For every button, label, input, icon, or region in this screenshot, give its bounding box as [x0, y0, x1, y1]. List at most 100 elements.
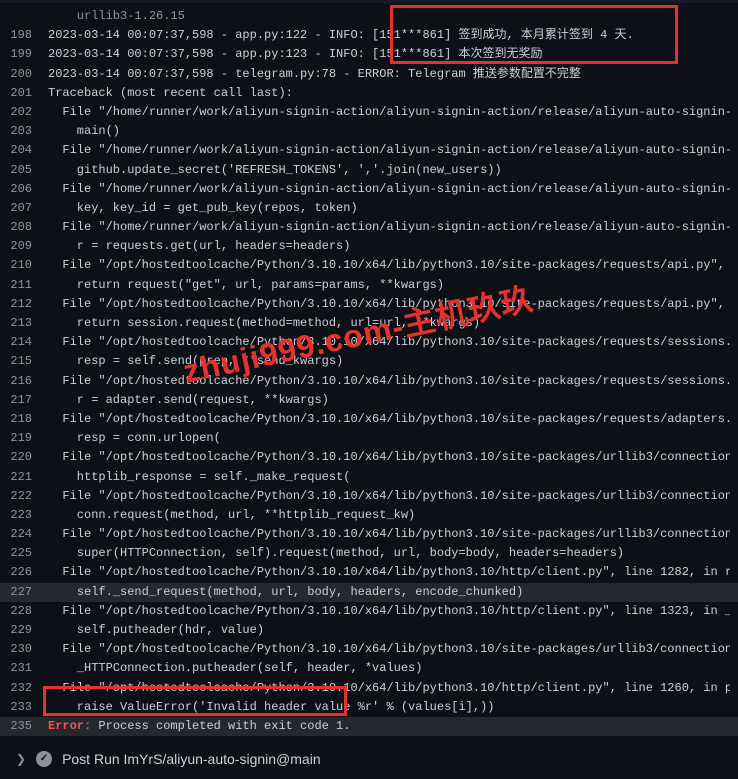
- line-content: 2023-03-14 00:07:37,598 - app.py:122 - I…: [48, 26, 730, 45]
- log-line: 219 resp = conn.urlopen(: [0, 429, 738, 448]
- line-content: File "/opt/hostedtoolcache/Python/3.10.1…: [48, 525, 730, 544]
- line-content: return session.request(method=method, ur…: [48, 314, 730, 333]
- error-message: Process completed with exit code 1.: [91, 719, 350, 733]
- line-number: 218: [8, 410, 48, 429]
- check-circle-icon: ✓: [36, 751, 52, 767]
- line-number: 228: [8, 602, 48, 621]
- log-line: 1982023-03-14 00:07:37,598 - app.py:122 …: [0, 26, 738, 45]
- line-number: 205: [8, 161, 48, 180]
- line-content: urllib3-1.26.15: [48, 7, 730, 26]
- line-number: 230: [8, 640, 48, 659]
- line-content: self._send_request(method, url, body, he…: [48, 583, 730, 602]
- line-content: r = adapter.send(request, **kwargs): [48, 391, 730, 410]
- log-line: 228 File "/opt/hostedtoolcache/Python/3.…: [0, 602, 738, 621]
- line-number: 217: [8, 391, 48, 410]
- line-number: 225: [8, 544, 48, 563]
- line-content: self.putheader(hdr, value): [48, 621, 730, 640]
- log-line: 224 File "/opt/hostedtoolcache/Python/3.…: [0, 525, 738, 544]
- log-line: 214 File "/opt/hostedtoolcache/Python/3.…: [0, 333, 738, 352]
- log-line: 211 return request("get", url, params=pa…: [0, 276, 738, 295]
- line-content: File "/opt/hostedtoolcache/Python/3.10.1…: [48, 640, 730, 659]
- line-number: 198: [8, 26, 48, 45]
- line-content: File "/opt/hostedtoolcache/Python/3.10.1…: [48, 410, 730, 429]
- line-number: 224: [8, 525, 48, 544]
- line-content: File "/opt/hostedtoolcache/Python/3.10.1…: [48, 448, 730, 467]
- line-number: 208: [8, 218, 48, 237]
- line-number: 202: [8, 103, 48, 122]
- log-line: 204 File "/home/runner/work/aliyun-signi…: [0, 141, 738, 160]
- step-label: Post Run ImYrS/aliyun-auto-signin@main: [62, 748, 321, 770]
- log-line: 227 self._send_request(method, url, body…: [0, 583, 738, 602]
- log-line: 229 self.putheader(hdr, value): [0, 621, 738, 640]
- line-content: _HTTPConnection.putheader(self, header, …: [48, 659, 730, 678]
- line-number: 219: [8, 429, 48, 448]
- line-content: File "/opt/hostedtoolcache/Python/3.10.1…: [48, 679, 730, 698]
- line-content: File "/opt/hostedtoolcache/Python/3.10.1…: [48, 256, 730, 275]
- workflow-step-row[interactable]: ❯ ✓ Post Run ImYrS/aliyun-auto-signin@ma…: [0, 740, 738, 778]
- line-content: super(HTTPConnection, self).request(meth…: [48, 544, 730, 563]
- log-line: 201Traceback (most recent call last):: [0, 84, 738, 103]
- line-number: [8, 7, 48, 26]
- error-summary-line: 235 Error: Process completed with exit c…: [0, 717, 738, 736]
- line-content: key, key_id = get_pub_key(repos, token): [48, 199, 730, 218]
- line-content: File "/home/runner/work/aliyun-signin-ac…: [48, 218, 730, 237]
- line-number: 212: [8, 295, 48, 314]
- log-line: 2002023-03-14 00:07:37,598 - telegram.py…: [0, 65, 738, 84]
- log-line: 222 File "/opt/hostedtoolcache/Python/3.…: [0, 487, 738, 506]
- log-line: 206 File "/home/runner/work/aliyun-signi…: [0, 180, 738, 199]
- log-line: 233 raise ValueError('Invalid header val…: [0, 698, 738, 717]
- log-line: 215 resp = self.send(prep, **send_kwargs…: [0, 352, 738, 371]
- log-line: 205 github.update_secret('REFRESH_TOKENS…: [0, 161, 738, 180]
- line-number: 232: [8, 679, 48, 698]
- line-number: 214: [8, 333, 48, 352]
- log-line: 1992023-03-14 00:07:37,598 - app.py:123 …: [0, 45, 738, 64]
- line-number: 204: [8, 141, 48, 160]
- line-number: 226: [8, 563, 48, 582]
- line-number: 207: [8, 199, 48, 218]
- line-number: 206: [8, 180, 48, 199]
- line-content: File "/opt/hostedtoolcache/Python/3.10.1…: [48, 295, 730, 314]
- log-line: 213 return session.request(method=method…: [0, 314, 738, 333]
- log-line: 220 File "/opt/hostedtoolcache/Python/3.…: [0, 448, 738, 467]
- log-line: 202 File "/home/runner/work/aliyun-signi…: [0, 103, 738, 122]
- log-line: 226 File "/opt/hostedtoolcache/Python/3.…: [0, 563, 738, 582]
- log-output: urllib3-1.26.151982023-03-14 00:07:37,59…: [0, 3, 738, 740]
- line-number: 201: [8, 84, 48, 103]
- line-number: 222: [8, 487, 48, 506]
- line-content: Traceback (most recent call last):: [48, 84, 730, 103]
- log-line: 209 r = requests.get(url, headers=header…: [0, 237, 738, 256]
- log-line: 218 File "/opt/hostedtoolcache/Python/3.…: [0, 410, 738, 429]
- log-line: 232 File "/opt/hostedtoolcache/Python/3.…: [0, 679, 738, 698]
- log-line: 217 r = adapter.send(request, **kwargs): [0, 391, 738, 410]
- log-line: 210 File "/opt/hostedtoolcache/Python/3.…: [0, 256, 738, 275]
- line-number: 229: [8, 621, 48, 640]
- log-line: 223 conn.request(method, url, **httplib_…: [0, 506, 738, 525]
- line-number: 203: [8, 122, 48, 141]
- line-content: resp = self.send(prep, **send_kwargs): [48, 352, 730, 371]
- line-content: File "/opt/hostedtoolcache/Python/3.10.1…: [48, 372, 730, 391]
- log-line: 212 File "/opt/hostedtoolcache/Python/3.…: [0, 295, 738, 314]
- line-content: Error: Process completed with exit code …: [48, 717, 730, 736]
- line-number: 215: [8, 352, 48, 371]
- line-content: raise ValueError('Invalid header value %…: [48, 698, 730, 717]
- line-number: 221: [8, 468, 48, 487]
- line-content: File "/opt/hostedtoolcache/Python/3.10.1…: [48, 487, 730, 506]
- line-content: File "/home/runner/work/aliyun-signin-ac…: [48, 180, 730, 199]
- line-content: File "/opt/hostedtoolcache/Python/3.10.1…: [48, 602, 730, 621]
- line-content: File "/home/runner/work/aliyun-signin-ac…: [48, 141, 730, 160]
- line-number: 216: [8, 372, 48, 391]
- log-line: 216 File "/opt/hostedtoolcache/Python/3.…: [0, 372, 738, 391]
- line-content: File "/home/runner/work/aliyun-signin-ac…: [48, 103, 730, 122]
- line-number: 200: [8, 65, 48, 84]
- line-number: 210: [8, 256, 48, 275]
- line-number: 220: [8, 448, 48, 467]
- line-number: 235: [8, 717, 48, 736]
- line-content: r = requests.get(url, headers=headers): [48, 237, 730, 256]
- line-content: File "/opt/hostedtoolcache/Python/3.10.1…: [48, 563, 730, 582]
- line-number: 227: [8, 583, 48, 602]
- line-number: 199: [8, 45, 48, 64]
- line-number: 233: [8, 698, 48, 717]
- line-content: httplib_response = self._make_request(: [48, 468, 730, 487]
- line-number: 223: [8, 506, 48, 525]
- line-content: main(): [48, 122, 730, 141]
